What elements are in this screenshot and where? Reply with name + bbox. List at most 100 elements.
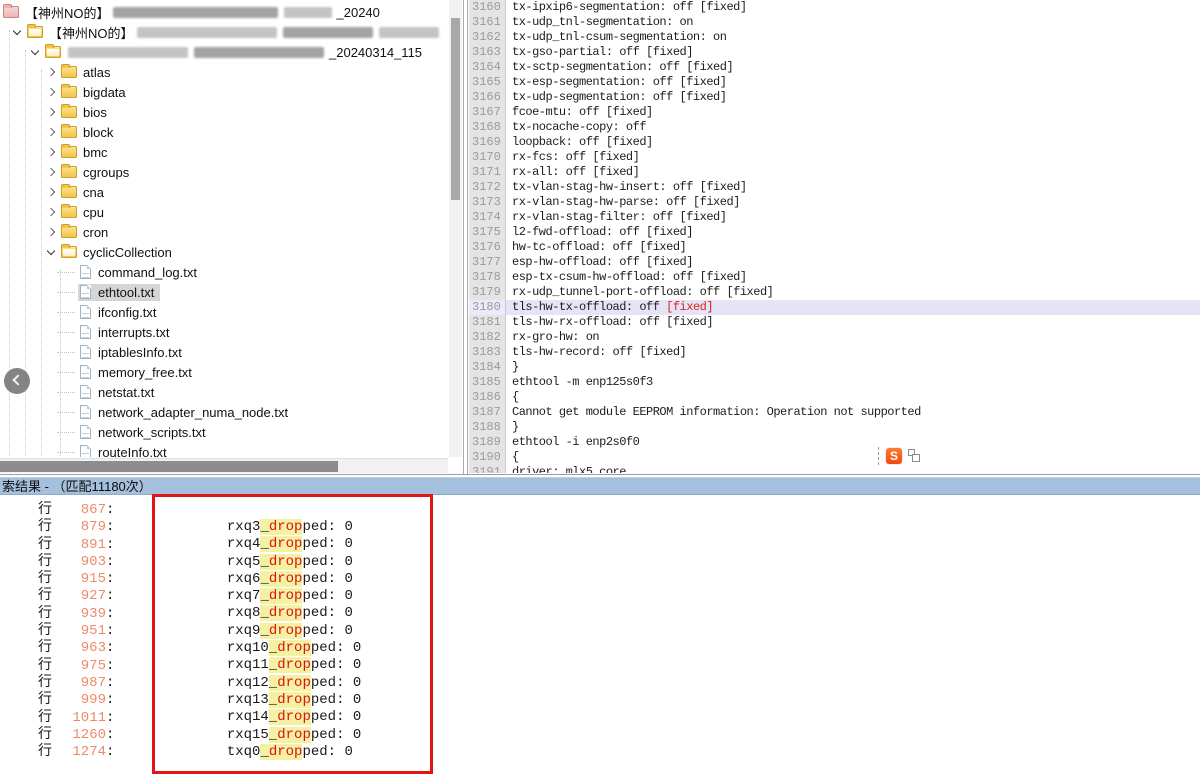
tree-folder-cna[interactable]: cna [0,182,448,202]
tree-vertical-scrollbar[interactable] [449,0,462,457]
tree-guide-tick [57,392,75,393]
file-icon [80,265,91,279]
result-row-label: 行 [38,502,54,519]
text-viewer[interactable]: 3160 tx-ipxip6-segmentation: off [fixed]… [469,0,1200,473]
tree-file-label: ifconfig.txt [98,305,157,320]
editor-line-text: Cannot get module EEPROM information: Op… [506,405,921,420]
tree-folder-bios[interactable]: bios [0,102,448,122]
chevron-right-icon[interactable] [47,148,55,156]
editor-line-number: 3183 [469,345,506,360]
tree-file-interrupts-txt[interactable]: interrupts.txt [0,322,448,342]
result-colon: : [106,502,114,519]
file-tree-panel: 【神州NO的】 _20240 【神州NO的】 _20240314_115 atl… [0,0,463,474]
tree-file-memory_free-txt[interactable]: memory_free.txt [0,362,448,382]
editor-line-number: 3188 [469,420,506,435]
editor-line: 3177 esp-hw-offload: off [fixed] [469,255,1200,270]
tree-file-label: command_log.txt [98,265,197,280]
chevron-down-icon[interactable] [13,26,21,34]
result-line-number: 963 [54,640,106,657]
tree-folder-cycliccollection[interactable]: cyclicCollection [0,242,448,262]
folder-icon [61,206,77,218]
open-folder-icon [45,46,61,58]
editor-line-text: tx-udp-segmentation: off [fixed] [506,90,726,105]
chevron-right-icon[interactable] [47,188,55,196]
tree-guide-tick [57,312,75,313]
chevron-right-icon[interactable] [47,108,55,116]
result-row-label: 行 [38,571,54,588]
result-line-number: 891 [54,537,106,554]
editor-line-text: } [506,360,519,375]
editor-line: 3176 hw-tc-offload: off [fixed] [469,240,1200,255]
result-colon: : [106,623,114,640]
editor-line-text: ethtool -i enp2s0f0 [506,435,639,450]
chevron-right-icon[interactable] [47,128,55,136]
tree-folder-bmc[interactable]: bmc [0,142,448,162]
result-line-number: 915 [54,571,106,588]
tree-root-item[interactable]: 【神州NO的】 _20240 [0,2,448,22]
result-row-label: 行 [38,588,54,605]
ime-drag-handle[interactable] [878,447,879,465]
tree-guide-tick [57,432,75,433]
tree-file-network_adapter_numa_node-txt[interactable]: network_adapter_numa_node.txt [0,402,448,422]
ime-toolbox-icon[interactable] [907,449,921,463]
annotation-red-rectangle [152,494,433,774]
tree-file-iptablesInfo-txt[interactable]: iptablesInfo.txt [0,342,448,362]
result-colon: : [106,554,114,571]
result-colon: : [106,727,114,744]
tree-horizontal-scrollbar[interactable] [0,458,448,473]
tree-folder-cpu[interactable]: cpu [0,202,448,222]
editor-line: 3187 Cannot get module EEPROM informatio… [469,405,1200,420]
chevron-right-icon[interactable] [47,68,55,76]
editor-line: 3162 tx-udp_tnl-csum-segmentation: on [469,30,1200,45]
tree-file-network_scripts-txt[interactable]: network_scripts.txt [0,422,448,442]
tree-file-label: ethtool.txt [98,285,154,300]
editor-line: 3179 rx-udp_tunnel-port-offload: off [fi… [469,285,1200,300]
tree-folder-atlas[interactable]: atlas [0,62,448,82]
tree-folder-cron[interactable]: cron [0,222,448,242]
folder-icon [61,86,77,98]
editor-line-number: 3173 [469,195,506,210]
panel-divider[interactable] [463,0,468,474]
tree-horizontal-scrollbar-thumb[interactable] [0,461,338,472]
collapse-panel-button[interactable] [4,368,30,394]
editor-line-number: 3163 [469,45,506,60]
tree-folder-cgroups[interactable]: cgroups [0,162,448,182]
tree-node-item[interactable]: 【神州NO的】 [0,22,448,42]
chevron-right-icon[interactable] [47,88,55,96]
tree-node-label: 【神州NO的】 [49,23,134,42]
result-row-label: 行 [38,675,54,692]
tree-folder-label: bigdata [83,85,126,100]
horizontal-splitter[interactable] [0,474,1200,475]
editor-line: 3178 esp-tx-csum-hw-offload: off [fixed] [469,270,1200,285]
result-colon: : [106,744,114,761]
chevron-right-icon[interactable] [47,208,55,216]
result-colon: : [106,692,114,709]
folder-icon [61,126,77,138]
result-row-label: 行 [38,744,54,761]
folder-icon [61,226,77,238]
tree-file-ifconfig-txt[interactable]: ifconfig.txt [0,302,448,322]
editor-line-text: ethtool -m enp125s0f3 [506,375,653,390]
result-row-label: 行 [38,623,54,640]
tree-file-routeInfo-txt[interactable]: routeInfo.txt [0,442,448,457]
tree-vertical-scrollbar-thumb[interactable] [451,18,460,200]
editor-line-number: 3177 [469,255,506,270]
tree-file-label: iptablesInfo.txt [98,345,182,360]
tree-file-netstat-txt[interactable]: netstat.txt [0,382,448,402]
chevron-right-icon[interactable] [47,228,55,236]
chevron-down-icon[interactable] [31,46,39,54]
tree-folder-block[interactable]: block [0,122,448,142]
folder-icon [61,186,77,198]
tree-file-command_log-txt[interactable]: command_log.txt [0,262,448,282]
result-line-number: 999 [54,692,106,709]
editor-line: 3190 { [469,450,1200,465]
ime-sogou-icon[interactable]: S [886,448,902,464]
file-tree: 【神州NO的】 _20240 【神州NO的】 _20240314_115 atl… [0,2,448,457]
tree-node-item[interactable]: _20240314_115 [0,42,448,62]
tree-folder-bigdata[interactable]: bigdata [0,82,448,102]
result-row-label: 行 [38,727,54,744]
chevron-right-icon[interactable] [47,168,55,176]
result-colon: : [106,519,114,536]
chevron-down-icon[interactable] [47,246,55,254]
tree-file-ethtool-txt[interactable]: ethtool.txt [0,282,448,302]
